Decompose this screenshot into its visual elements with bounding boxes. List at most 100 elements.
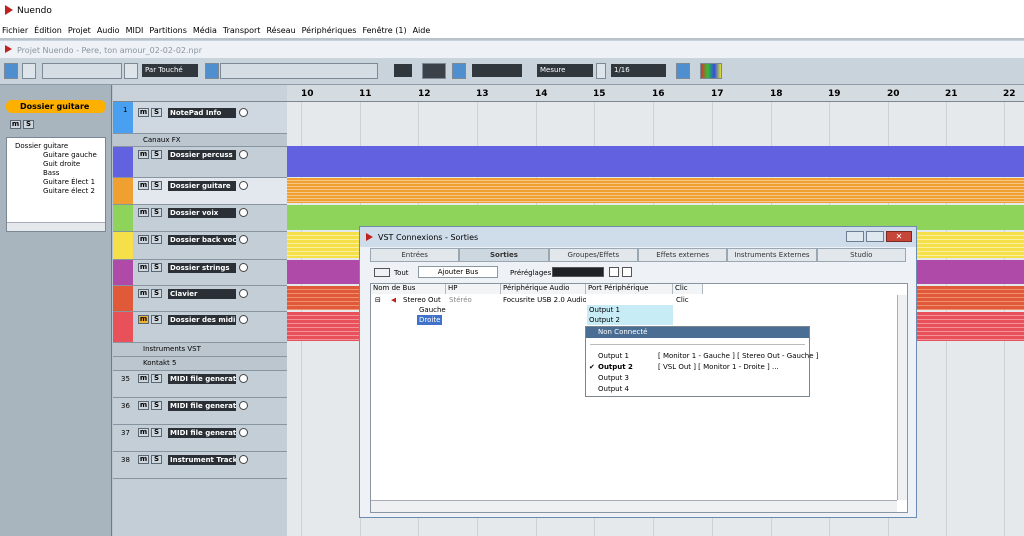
solo-button[interactable]: S [151,108,162,117]
track-name[interactable]: MIDI file generate [168,401,236,411]
color-picker-button[interactable] [700,63,722,79]
track-dossier-percuss[interactable]: m S Dossier percuss [113,147,287,178]
timeline-ruler[interactable]: 10 11 12 13 14 15 16 17 18 19 20 21 22 [287,85,1024,102]
tab-entrees[interactable]: Entrées [370,248,460,262]
solo-button[interactable]: S [151,374,162,383]
track-name[interactable]: Dossier guitare [168,181,236,191]
column-header[interactable]: Port Périphérique [586,284,673,294]
grid-type-dropdown[interactable]: Mesure [537,64,593,77]
record-button[interactable] [239,374,248,383]
track-name[interactable]: MIDI file generate [168,374,236,384]
tool-dropdown[interactable] [394,64,412,77]
solo-button[interactable]: S [151,289,162,298]
vertical-scrollbar[interactable] [897,295,907,500]
track-midi-37[interactable]: 37 m S MIDI file generate [113,425,287,452]
solo-button[interactable]: S [151,181,162,190]
track-dossier-voix[interactable]: m S Dossier voix [113,205,287,232]
solo-button[interactable]: S [151,263,162,272]
menu-projet[interactable]: Projet [68,26,91,35]
menu-item-output-2[interactable]: ✔ Output 2 [ VSL Out ] [ Monitor 1 - Dro… [586,362,809,373]
mute-button[interactable]: m [138,150,149,159]
inspector-toggle-button[interactable] [42,63,122,79]
menu-fenetre[interactable]: Fenêtre (1) [362,26,406,35]
mute-button[interactable]: m [138,374,149,383]
menu-peripheriques[interactable]: Périphériques [302,26,357,35]
track-name[interactable]: Dossier percuss [168,150,236,160]
dialog-title-bar[interactable]: VST Connexions - Sorties ✕ [360,227,916,247]
column-header[interactable]: Clic [673,284,703,294]
menu-partitions[interactable]: Partitions [149,26,187,35]
inspector-solo-button[interactable]: S [23,120,34,129]
channel-name[interactable]: Gauche [419,305,446,315]
track-clavier[interactable]: m S Clavier [113,286,287,312]
mute-button[interactable]: m [138,289,149,298]
tab-sorties[interactable]: Sorties [459,248,549,262]
tree-item[interactable]: Bass [7,168,105,177]
record-button[interactable] [239,289,248,298]
track-kontakt[interactable]: Kontakt 5 [113,357,287,371]
tree-item[interactable]: Guitare élect 2 [7,186,105,195]
record-button[interactable] [239,315,248,324]
automation-mode-icon[interactable] [124,63,138,79]
constrain-delay-button[interactable] [22,63,36,79]
mute-button[interactable]: m [138,263,149,272]
track-name[interactable]: Dossier strings [168,263,236,273]
mute-button[interactable]: m [138,108,149,117]
column-header[interactable]: Périphérique Audio [501,284,586,294]
menu-edition[interactable]: Édition [34,26,62,35]
record-button[interactable] [239,401,248,410]
expand-all-icon[interactable] [374,268,390,277]
object-select-tool[interactable] [205,63,219,79]
menu-transport[interactable]: Transport [223,26,261,35]
bus-name[interactable]: Stereo Out [403,295,445,305]
tree-item[interactable]: Dossier guitare [7,138,105,150]
track-name[interactable]: Dossier back voc [168,235,236,245]
menu-item-output-3[interactable]: Output 3 [586,373,809,384]
menu-reseau[interactable]: Réseau [266,26,295,35]
inspector-mute-button[interactable]: m [10,120,21,129]
record-button[interactable] [239,108,248,117]
quantize-toggle-button[interactable] [676,63,690,79]
delete-preset-icon[interactable] [622,267,632,277]
presets-dropdown[interactable] [552,267,604,277]
mute-button[interactable]: m [138,235,149,244]
bus-clic[interactable]: Clic [676,295,689,305]
record-button[interactable] [239,150,248,159]
solo-button[interactable]: S [151,235,162,244]
tab-instruments-externes[interactable]: Instruments Externes [727,248,817,262]
quantize-dropdown[interactable]: 1/16 [611,64,666,77]
track-name[interactable]: Clavier [168,289,236,299]
tree-item[interactable]: Guit droite [7,159,105,168]
lane-percuss[interactable] [287,146,1024,177]
horizontal-scrollbar[interactable] [371,500,897,512]
tree-item[interactable]: Guitare gauche [7,150,105,159]
mute-button[interactable]: m [138,401,149,410]
minimize-button[interactable] [846,231,864,242]
inspector-track-name[interactable]: Dossier guitare [6,100,106,113]
lane-guitare[interactable] [287,178,1024,203]
tree-item[interactable]: Guitare Élect 1 [7,177,105,186]
tab-groupes-effets[interactable]: Groupes/Effets [548,248,638,262]
automation-mode-dropdown[interactable]: Par Touché [142,64,198,77]
track-instrument-38[interactable]: 38 m S Instrument Track [113,452,287,479]
track-dossier-midi[interactable]: m S Dossier des midi [113,312,287,343]
mute-button[interactable]: m [138,428,149,437]
menu-item-not-connected[interactable]: Non Connecté [586,327,809,338]
track-midi-36[interactable]: 36 m S MIDI file generate [113,398,287,425]
menu-media[interactable]: Média [193,26,217,35]
record-button[interactable] [239,455,248,464]
menu-fichier[interactable]: Fichier [2,26,28,35]
menu-aide[interactable]: Aide [413,26,431,35]
track-name[interactable]: Dossier des midi [168,315,236,325]
track-canaux-fx[interactable]: Canaux FX [113,134,287,147]
solo-button[interactable]: S [151,150,162,159]
tab-studio[interactable]: Studio [816,248,906,262]
solo-button[interactable]: S [151,428,162,437]
mute-button[interactable]: m [138,208,149,217]
mute-button[interactable]: m [138,455,149,464]
tree-hscrollbar[interactable] [7,222,105,231]
column-header[interactable]: HP [446,284,501,294]
track-dossier-back-voc[interactable]: m S Dossier back voc [113,232,287,260]
solo-button[interactable]: S [151,455,162,464]
tool-group[interactable] [220,63,378,79]
